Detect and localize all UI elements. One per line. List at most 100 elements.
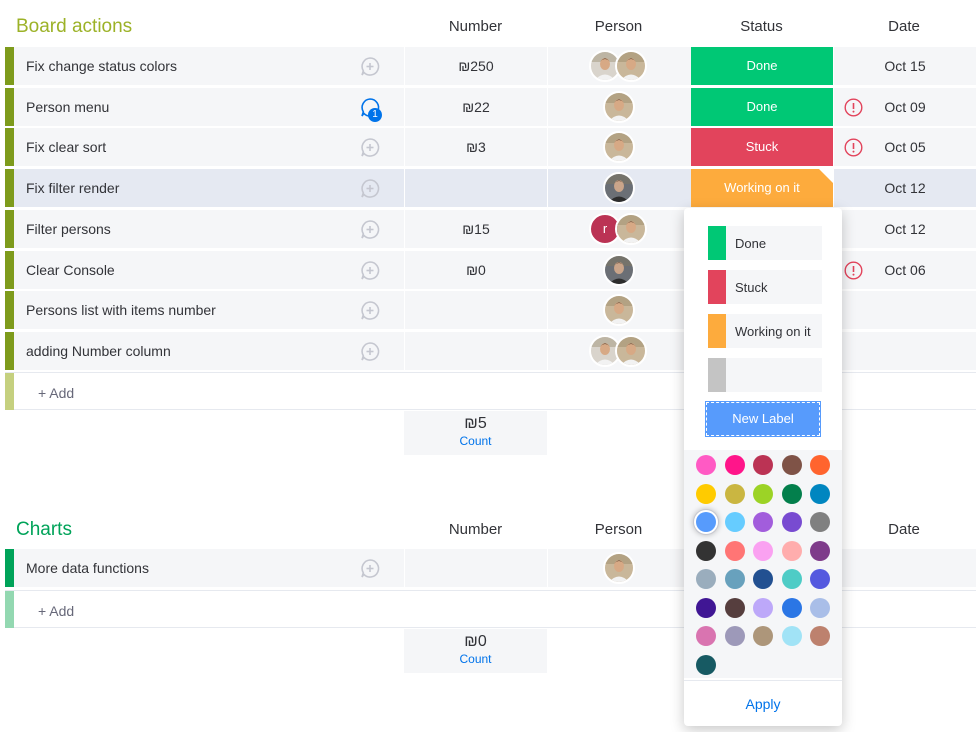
table-row[interactable]: Fix filter render Working on it Oct 12 — [5, 169, 976, 208]
table-row[interactable]: Fix clear sort ₪3 Stuck Oct 05 — [5, 128, 976, 167]
column-header-date[interactable]: Date — [872, 18, 936, 35]
color-swatch[interactable] — [781, 569, 802, 589]
color-swatch[interactable] — [810, 455, 830, 475]
color-swatch[interactable] — [724, 569, 745, 589]
color-swatch[interactable] — [753, 597, 773, 618]
color-swatch[interactable] — [724, 483, 745, 504]
apply-button[interactable]: Apply — [684, 680, 842, 726]
date-cell[interactable]: Oct 12 — [877, 221, 933, 237]
label-option-working-on-it[interactable]: Working on it — [708, 314, 822, 348]
update-bubble-icon[interactable]: 1 — [358, 96, 382, 122]
add-update-icon[interactable] — [358, 299, 380, 321]
person-cell[interactable] — [547, 172, 691, 205]
color-swatch[interactable] — [810, 597, 830, 618]
add-update-icon[interactable] — [358, 340, 380, 362]
label-option-empty[interactable] — [708, 358, 822, 392]
add-item-label[interactable]: + Add — [38, 385, 74, 401]
person-avatar[interactable] — [603, 253, 635, 286]
summary-function-label[interactable]: Count — [404, 434, 547, 448]
label-option-done[interactable]: Done — [708, 226, 822, 260]
status-cell[interactable]: Stuck — [691, 128, 833, 167]
number-cell[interactable]: ₪0 — [405, 262, 547, 278]
column-header-person[interactable]: Person — [547, 521, 690, 538]
add-update-icon[interactable] — [358, 136, 380, 158]
add-update-icon[interactable] — [358, 55, 380, 77]
color-swatch[interactable] — [696, 512, 716, 532]
person-cell[interactable] — [547, 131, 691, 164]
color-swatch[interactable] — [810, 569, 830, 589]
column-header-person[interactable]: Person — [547, 18, 690, 35]
color-swatch[interactable] — [781, 483, 802, 504]
color-swatch[interactable] — [696, 483, 716, 504]
number-cell[interactable]: ₪3 — [405, 139, 547, 155]
color-swatch[interactable] — [810, 626, 830, 646]
table-row[interactable]: Fix change status colors ₪250 Done Oct 15 — [5, 47, 976, 85]
color-swatch[interactable] — [753, 626, 773, 646]
color-swatch[interactable] — [781, 540, 802, 561]
date-cell[interactable]: Oct 05 — [877, 139, 933, 155]
column-header-date[interactable]: Date — [872, 521, 936, 538]
date-cell[interactable]: Oct 09 — [877, 99, 933, 115]
person-avatar[interactable] — [603, 552, 635, 584]
person-avatar[interactable] — [615, 334, 647, 367]
color-swatch[interactable] — [696, 455, 716, 475]
person-cell[interactable] — [547, 90, 691, 123]
color-swatch[interactable] — [810, 540, 830, 561]
person-avatar[interactable] — [615, 212, 647, 245]
item-name[interactable]: Person menu — [26, 99, 109, 115]
number-column-summary[interactable]: ₪0 Count — [404, 629, 547, 673]
color-swatch[interactable] — [724, 540, 745, 561]
number-cell[interactable]: ₪15 — [405, 221, 547, 237]
color-swatch[interactable] — [810, 512, 830, 532]
color-swatch[interactable] — [724, 512, 745, 532]
person-cell[interactable] — [547, 552, 691, 584]
color-swatch[interactable] — [753, 540, 773, 561]
color-swatch[interactable] — [696, 626, 716, 646]
item-name[interactable]: Fix filter render — [26, 180, 119, 196]
color-swatch[interactable] — [781, 626, 802, 646]
new-label-button[interactable]: New Label — [705, 401, 821, 437]
date-cell[interactable]: Oct 15 — [877, 58, 933, 74]
add-item-label[interactable]: + Add — [38, 603, 74, 619]
color-swatch[interactable] — [696, 540, 716, 561]
person-avatar[interactable] — [603, 172, 635, 205]
color-swatch[interactable] — [781, 512, 802, 532]
color-swatch[interactable] — [724, 455, 745, 475]
add-update-icon[interactable] — [358, 218, 380, 240]
color-swatch[interactable] — [781, 597, 802, 618]
label-option-stuck[interactable]: Stuck — [708, 270, 822, 304]
date-cell[interactable]: Oct 06 — [877, 262, 933, 278]
person-avatar[interactable] — [615, 50, 647, 82]
item-name[interactable]: adding Number column — [26, 343, 171, 359]
item-name[interactable]: More data functions — [26, 560, 149, 576]
number-column-summary[interactable]: ₪5 Count — [404, 411, 547, 455]
color-swatch[interactable] — [810, 483, 830, 504]
column-header-number[interactable]: Number — [404, 18, 547, 35]
date-cell[interactable]: Oct 12 — [877, 180, 933, 196]
person-cell[interactable]: r — [547, 212, 691, 245]
color-swatch[interactable] — [696, 569, 716, 589]
item-name[interactable]: Persons list with items number — [26, 302, 216, 318]
person-cell[interactable] — [547, 334, 691, 367]
item-name[interactable]: Clear Console — [26, 262, 115, 278]
color-swatch[interactable] — [781, 455, 802, 475]
item-name[interactable]: Fix clear sort — [26, 139, 106, 155]
person-avatar[interactable] — [603, 131, 635, 164]
color-swatch[interactable] — [724, 597, 745, 618]
number-cell[interactable]: ₪250 — [405, 58, 547, 74]
status-cell[interactable]: Working on it — [691, 169, 833, 208]
item-name[interactable]: Fix change status colors — [26, 58, 177, 74]
number-cell[interactable]: ₪22 — [405, 99, 547, 115]
status-cell[interactable]: Done — [691, 47, 833, 85]
group-title[interactable]: Board actions — [16, 16, 132, 38]
group-title[interactable]: Charts — [16, 519, 72, 541]
status-cell[interactable]: Done — [691, 87, 833, 126]
person-avatar[interactable] — [603, 90, 635, 123]
column-header-status[interactable]: Status — [690, 18, 833, 35]
person-cell[interactable] — [547, 294, 691, 327]
add-update-icon[interactable] — [358, 557, 380, 579]
color-swatch[interactable] — [724, 626, 745, 646]
color-swatch[interactable] — [696, 654, 716, 675]
summary-function-label[interactable]: Count — [404, 652, 547, 666]
add-update-icon[interactable] — [358, 177, 380, 199]
